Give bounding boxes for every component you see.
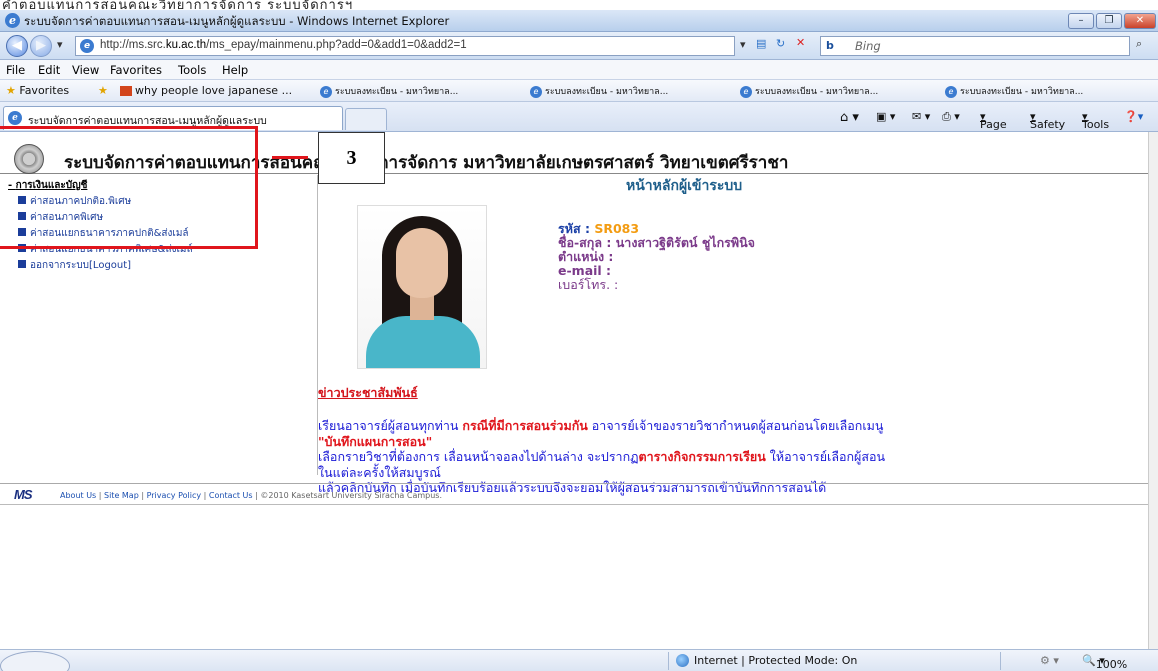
favorite-link-1[interactable]: why people love japanese ...: [120, 84, 292, 97]
footer-contact[interactable]: Contact Us: [209, 491, 253, 500]
ie-logo-icon: e: [5, 13, 20, 28]
minimize-button[interactable]: –: [1068, 13, 1094, 29]
search-icon[interactable]: ⌕: [1136, 37, 1142, 51]
safety-menu[interactable]: Safety ▾: [1030, 110, 1065, 131]
menu-edit[interactable]: Edit: [38, 63, 60, 77]
profile-info: รหัส : SR083 ชื่อ-สกุล : นางสาวฐิติรัตน์…: [558, 221, 755, 292]
footer-copyright: ©2010 Kasetsart University Siracha Campu…: [260, 491, 442, 500]
new-tab-button[interactable]: [345, 108, 387, 130]
bullet-icon: [18, 260, 26, 268]
footer-privacy[interactable]: Privacy Policy: [147, 491, 202, 500]
forward-button[interactable]: ▶: [30, 35, 52, 57]
favorite-link-3[interactable]: e ระบบลงทะเบียน - มหาวิทยาล...: [530, 84, 668, 98]
status-bar: Internet | Protected Mode: On ⚙ ▾ 🔍 100% …: [0, 649, 1158, 671]
annotation-connector: [272, 156, 308, 159]
email-label: e-mail :: [558, 263, 612, 278]
top-caption: คำตอบแทนการสอนคณะวิทยาการจัดการ ระบบจัดก…: [2, 0, 354, 10]
internet-zone-icon: [676, 654, 689, 667]
address-dropdown-icon[interactable]: ▾: [740, 38, 746, 51]
favorite-link-5[interactable]: e ระบบลงทะเบียน - มหาวิทยาล...: [945, 84, 1083, 98]
search-placeholder: Bing: [855, 39, 881, 53]
bing-logo-icon: b: [826, 39, 834, 52]
favorites-button[interactable]: ★ Favorites: [6, 84, 69, 97]
address-toolbar: ◀ ▶ ▾ e http://ms.src.ku.ac.th/ms_epay/m…: [0, 32, 1158, 60]
protected-mode-icon[interactable]: ⚙ ▾: [1040, 654, 1059, 667]
help-icon[interactable]: ❓▾: [1124, 110, 1143, 123]
footer-links: About Us | Site Map | Privacy Policy | C…: [60, 491, 442, 500]
user-name: นางสาวฐิติรัตน์ ชูไกรพินิจ: [615, 235, 755, 250]
search-input[interactable]: b Bing: [820, 36, 1130, 56]
address-input[interactable]: e http://ms.src.ku.ac.th/ms_epay/mainmen…: [75, 36, 735, 56]
favorites-bar: ★ Favorites ★ why people love japanese .…: [0, 80, 1158, 102]
site-footer: MS About Us | Site Map | Privacy Policy …: [0, 483, 1148, 505]
position-label: ตำแหน่ง :: [558, 249, 614, 264]
menu-tools[interactable]: Tools: [178, 63, 206, 77]
gmail-icon: [120, 86, 132, 96]
page-menu[interactable]: Page ▾: [980, 110, 1007, 131]
profile-photo: [357, 205, 487, 369]
page-icon: e: [80, 39, 94, 53]
page-title: หน้าหลักผู้เข้าระบบ: [626, 178, 743, 194]
menu-file[interactable]: File: [6, 63, 25, 77]
phone-label: เบอร์โทร. :: [558, 277, 619, 292]
sidebar-item-logout[interactable]: ออกจากระบบ[Logout]: [18, 258, 131, 273]
security-zone[interactable]: Internet | Protected Mode: On: [694, 654, 857, 667]
menu-bar: File Edit View Favorites Tools Help: [0, 60, 1158, 80]
refresh-icon[interactable]: ↻: [776, 37, 785, 50]
stop-icon[interactable]: ✕: [796, 36, 805, 49]
vertical-scrollbar[interactable]: [1148, 132, 1158, 649]
maximize-button[interactable]: ❐: [1096, 13, 1122, 29]
compatibility-icon[interactable]: ▤: [756, 37, 766, 50]
annotation-number: 3: [318, 132, 385, 184]
user-code: SR083: [594, 221, 640, 236]
zoom-level[interactable]: 🔍 100% ▾: [1082, 654, 1127, 671]
footer-about[interactable]: About Us: [60, 491, 96, 500]
add-favorite-icon[interactable]: ★: [98, 84, 108, 97]
home-icon[interactable]: ⌂ ▾: [840, 110, 859, 125]
footer-sitemap[interactable]: Site Map: [104, 491, 139, 500]
menu-favorites[interactable]: Favorites: [110, 63, 162, 77]
menu-help[interactable]: Help: [222, 63, 248, 77]
window-title-bar: e ระบบจัดการค่าตอบแทนการสอน-เมนูหลักผู้ด…: [0, 10, 1158, 32]
back-button[interactable]: ◀: [6, 35, 28, 57]
print-icon[interactable]: ⎙ ▾: [942, 110, 960, 124]
tools-menu[interactable]: Tools ▾: [1082, 110, 1109, 131]
history-dropdown-icon[interactable]: ▾: [57, 38, 63, 51]
ms-logo: MS: [14, 487, 32, 502]
close-button[interactable]: ✕: [1124, 13, 1156, 29]
tab-page-icon: e: [8, 111, 22, 125]
menu-view[interactable]: View: [72, 63, 99, 77]
favorite-link-4[interactable]: e ระบบลงทะเบียน - มหาวิทยาล...: [740, 84, 878, 98]
read-mail-icon[interactable]: ✉ ▾: [912, 110, 930, 123]
feeds-icon[interactable]: ▣ ▾: [876, 110, 895, 123]
favorite-link-2[interactable]: e ระบบลงทะเบียน - มหาวิทยาล...: [320, 84, 458, 98]
star-icon: ★: [6, 84, 16, 97]
window-title: ระบบจัดการค่าตอบแทนการสอน-เมนูหลักผู้ดูแ…: [24, 14, 450, 28]
news-heading: ข่าวประชาสัมพันธ์: [318, 385, 418, 400]
address-url: http://ms.src.ku.ac.th/ms_epay/mainmenu.…: [100, 39, 467, 51]
annotation-highlight-box: [0, 126, 258, 249]
top-caption-strip: คำตอบแทนการสอนคณะวิทยาการจัดการ ระบบจัดก…: [0, 0, 1158, 10]
